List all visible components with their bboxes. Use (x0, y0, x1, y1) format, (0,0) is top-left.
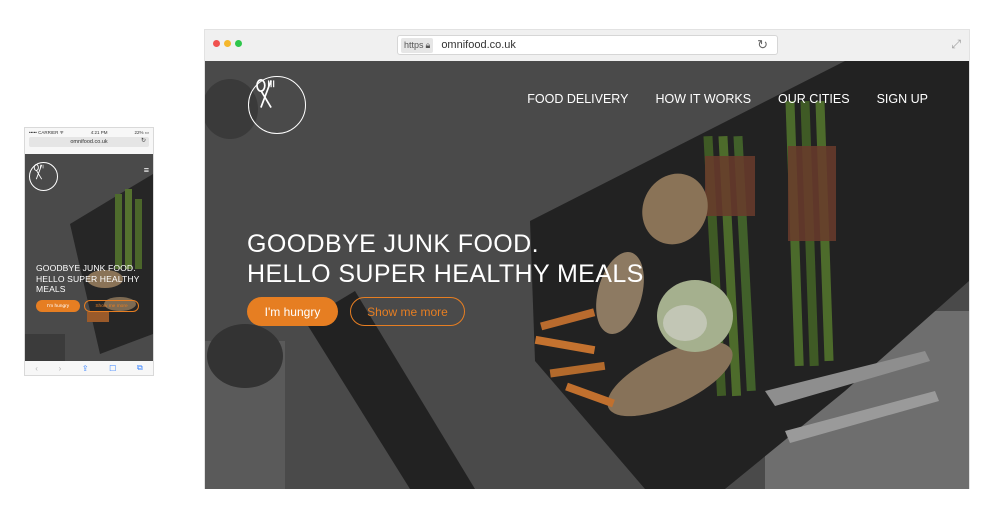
nav-how-it-works[interactable]: HOW IT WORKS (655, 92, 751, 106)
browser-toolbar: https 🔒︎ omnifood.co.uk ↻ ⤢ (205, 30, 969, 61)
hamburger-menu-icon[interactable]: ≡ (144, 166, 149, 175)
mobile-address-bar[interactable]: omnifood.co.uk ↻ (29, 137, 149, 147)
nav-sign-up[interactable]: SIGN UP (877, 92, 928, 106)
headline-line2: HELLO SUPER HEALTHY MEALS (247, 260, 644, 288)
mobile-headline-line2: HELLO SUPER HEALTHY (36, 273, 140, 284)
mobile-show-me-more-button[interactable]: Show me more (84, 300, 139, 312)
share-icon[interactable]: ⇪ (82, 364, 89, 373)
reload-icon[interactable]: ↻ (141, 137, 146, 144)
mobile-time: 4:21 PM (90, 130, 108, 135)
tabs-icon[interactable]: ⧉ (137, 363, 143, 373)
mobile-im-hungry-button[interactable]: I'm hungry (36, 300, 80, 312)
hero-section: FOOD DELIVERY HOW IT WORKS OUR CITIES SI… (205, 61, 969, 489)
https-badge: https 🔒︎ (401, 37, 434, 53)
bookmarks-icon[interactable]: ☐ (109, 364, 116, 373)
back-icon[interactable]: ‹ (35, 364, 38, 373)
show-me-more-button[interactable]: Show me more (350, 297, 465, 326)
mobile-hero: ≡ GOODBYE JUNK FOOD. HELLO SUPER HEALTHY… (25, 154, 153, 362)
desktop-browser-mockup: https 🔒︎ omnifood.co.uk ↻ ⤢ FOOD DELIVER… (204, 29, 970, 489)
https-label: https (404, 40, 424, 50)
close-window-dot[interactable] (213, 40, 220, 47)
address-bar[interactable]: https 🔒︎ omnifood.co.uk ↻ (397, 35, 778, 55)
omnifood-logo[interactable] (248, 76, 306, 134)
url-text: omnifood.co.uk (441, 39, 516, 51)
hero-headline: GOODBYE JUNK FOOD. HELLO SUPER HEALTHY M… (247, 229, 644, 289)
maximize-window-dot[interactable] (235, 40, 242, 47)
mobile-headline-line1: GOODBYE JUNK FOOD. (36, 263, 136, 273)
minimize-window-dot[interactable] (224, 40, 231, 47)
mobile-url-text: omnifood.co.uk (70, 139, 108, 145)
mobile-carrier: ••••• CARRIER ᯤ (29, 129, 64, 135)
mobile-safari-toolbar: ‹ › ⇪ ☐ ⧉ (25, 361, 153, 375)
lock-icon: 🔒︎ (425, 39, 431, 50)
reload-icon[interactable]: ↻ (757, 37, 768, 53)
expand-icon[interactable]: ⤢ (951, 37, 961, 52)
forward-icon[interactable]: › (59, 364, 62, 373)
mobile-device-mockup: ••••• CARRIER ᯤ 4:21 PM 22% ▭ omnifood.c… (24, 127, 154, 376)
mobile-headline-line3: MEALS (36, 284, 66, 294)
im-hungry-button[interactable]: I'm hungry (247, 297, 338, 326)
headline-line1: GOODBYE JUNK FOOD. (247, 230, 539, 258)
fork-knife-spoon-logo-icon (256, 79, 275, 109)
fork-knife-spoon-logo-icon (33, 164, 44, 180)
mobile-status-bar: ••••• CARRIER ᯤ 4:21 PM 22% ▭ (25, 128, 153, 137)
mobile-battery: 22% ▭ (134, 129, 149, 135)
nav-food-delivery[interactable]: FOOD DELIVERY (527, 92, 628, 106)
mobile-hero-headline: GOODBYE JUNK FOOD. HELLO SUPER HEALTHY M… (36, 263, 139, 295)
mobile-logo[interactable] (29, 162, 58, 191)
nav-our-cities[interactable]: OUR CITIES (778, 92, 850, 106)
main-navigation: FOOD DELIVERY HOW IT WORKS OUR CITIES SI… (527, 92, 928, 106)
